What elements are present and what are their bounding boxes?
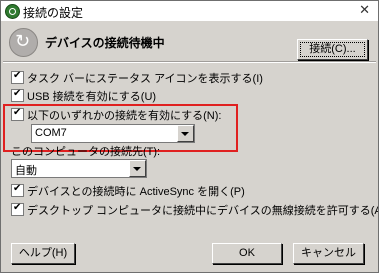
connect-to-label: このコンピュータの接続先(T): [11, 146, 161, 158]
open-activesync-label: デバイスとの接続時に ActiveSync を開く(P) [27, 186, 245, 198]
chevron-down-icon[interactable] [177, 125, 194, 142]
close-icon[interactable]: ✕ [359, 3, 370, 18]
cancel-button[interactable]: キャンセル [293, 243, 364, 264]
header-divider [3, 61, 376, 63]
activesync-app-icon [5, 4, 20, 19]
show-status-icon-label: タスク バーにステータス アイコンを表示する(I) [27, 73, 263, 85]
allow-wireless-checkbox[interactable] [11, 202, 24, 216]
connection-settings-window: 接続の設定 ✕ デバイスの接続待機中 接続(C)... タスク バーにステータス… [0, 0, 379, 273]
enable-connection-checkbox[interactable] [11, 107, 24, 121]
connect-button[interactable]: 接続(C)... [297, 39, 368, 60]
com-port-select[interactable]: COM7 [31, 124, 195, 143]
open-activesync-checkbox[interactable] [11, 183, 24, 197]
connect-to-value: 自動 [15, 165, 37, 177]
enable-usb-checkbox[interactable] [11, 88, 24, 102]
connect-to-select[interactable]: 自動 [11, 159, 147, 178]
show-status-icon-checkbox[interactable] [11, 70, 24, 84]
sync-status-icon [9, 28, 38, 57]
window-title: 接続の設定 [23, 6, 84, 20]
com-port-value: COM7 [35, 127, 67, 139]
enable-connection-label: 以下のいずれかの接続を有効にする(N): [27, 110, 222, 122]
help-button[interactable]: ヘルプ(H) [11, 243, 75, 264]
enable-usb-label: USB 接続を有効にする(U) [27, 91, 157, 103]
ok-button[interactable]: OK [212, 243, 282, 264]
chevron-down-icon[interactable] [129, 160, 146, 177]
status-title: デバイスの接続待機中 [45, 36, 165, 50]
title-bar: 接続の設定 ✕ [1, 1, 378, 21]
allow-wireless-label: デスクトップ コンピュータに接続中にデバイスの無線接続を許可する(A) [27, 205, 379, 217]
